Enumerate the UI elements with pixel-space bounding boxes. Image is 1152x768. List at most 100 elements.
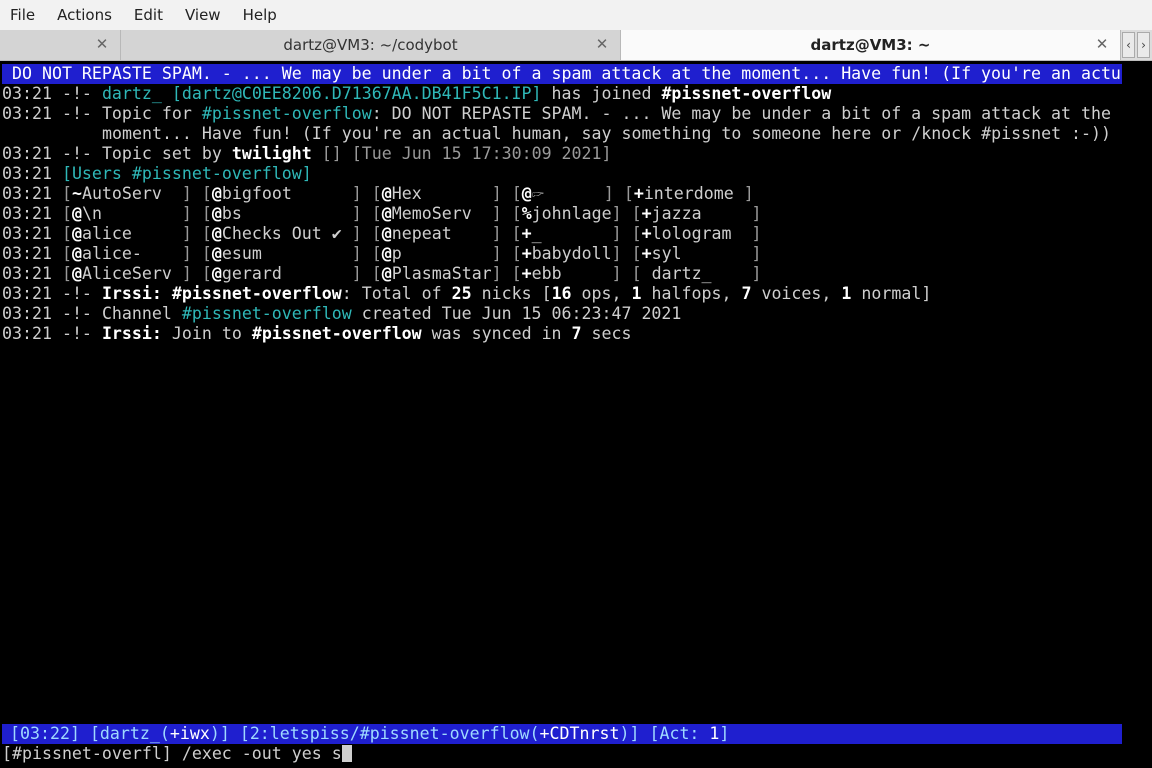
tab-home-label: dartz@VM3: ~ [810,36,931,54]
marker: -!- [61,84,92,103]
synced-mid: was synced in [431,324,562,343]
terminal[interactable]: DO NOT REPASTE SPAM. - ... We may be und… [0,62,1152,768]
nick-prefix: @ [71,204,82,223]
tab-scroll-left-icon[interactable]: ‹ [1122,32,1135,58]
nick-prefix: + [641,224,652,243]
created-text: created Tue Jun 15 06:23:47 2021 [361,304,682,323]
setter-nick: twilight [231,144,312,163]
nick-name: lologram [651,224,732,243]
status-activity: [Act: [649,724,700,743]
nick-prefix: @ [211,244,222,263]
total-text-5: voices, [761,284,832,303]
log-line-users-header: 03:21 [Users #pissnet-overflow] [2,164,312,184]
status-user-modes: +iwx [169,724,210,743]
nick-name: AliceServ [81,264,172,283]
nick-name: dartz_ [651,264,712,283]
marker: -!- [61,304,92,323]
tab-codybot-close-icon[interactable]: ✕ [594,36,610,52]
log-line-topic-cont: moment... Have fun! (If you're an actual… [102,124,1112,143]
tab-codybot-label: dartz@VM3: ~/codybot [283,36,458,54]
nick-prefix: + [521,244,532,263]
menu-bar: File Actions Edit View Help [0,0,1152,30]
nick-name: jazza [651,204,702,223]
marker: -!- [61,284,92,303]
status-activity-close: ] [719,724,730,743]
nick-prefix: @ [521,184,532,203]
nick-name: syl [651,244,682,263]
irssi-label: Irssi: [101,324,162,343]
created-pre: Channel [101,304,172,323]
input-text[interactable]: /exec -out yes s [182,744,342,763]
voices-count: 7 [741,284,752,303]
tab-bar: ✕ dartz@VM3: ~/codybot ✕ dartz@VM3: ~ ✕ … [0,30,1152,61]
tab-codybot[interactable]: dartz@VM3: ~/codybot ✕ [121,30,621,60]
nick-name: esum [221,244,262,263]
status-channel-modes: +CDTnrst [539,724,620,743]
status-window-close: )] [619,724,640,743]
channel-name: #pissnet-overflow [181,304,352,323]
timestamp: 03:21 [2,264,52,283]
status-bar: [03:22] [dartz_(+iwx)] [2:letspiss/#piss… [2,724,1122,744]
nick-name: bigfoot [221,184,292,203]
topic-text: : DO NOT REPASTE SPAM. - ... We may be u… [371,104,1111,123]
nick-prefix: % [521,204,532,223]
menu-view[interactable]: View [174,0,232,30]
menu-edit[interactable]: Edit [123,0,174,30]
nick-prefix: @ [211,184,222,203]
total-text-4: halfops, [651,284,732,303]
nick-prefix: @ [211,224,222,243]
nick-list-row: 03:21 [~AutoServ ] [@bigfoot ] [@Hex ] [… [2,184,754,203]
nick-count: 25 [451,284,472,303]
nick-prefix: @ [211,264,222,283]
nick-prefix [642,264,652,283]
nick-name: _ [531,224,542,243]
nick-list-row: 03:21 [@\n ] [@bs ] [@MemoServ ] [%johnl… [2,204,762,223]
nick-prefix: @ [211,204,222,223]
nick-name: johnlage [531,204,612,223]
text-cursor [341,745,352,762]
marker: -!- [61,324,92,343]
nick: dartz_ [101,84,162,103]
channel-name: #pissnet-overflow [201,104,372,123]
tab-home[interactable]: dartz@VM3: ~ ✕ [621,30,1121,60]
users-label: [Users [61,164,122,183]
nick-name: Hex [391,184,422,203]
channel-name: #pissnet-overflow [131,164,302,183]
topic-date: [Tue Jun 15 17:30:09 2021] [351,144,612,163]
menu-actions[interactable]: Actions [46,0,123,30]
synced-pre: Join to [171,324,242,343]
total-text-3: ops, [581,284,622,303]
menu-help[interactable]: Help [232,0,288,30]
topic-bar: DO NOT REPASTE SPAM. - ... We may be und… [2,64,1122,84]
nick-prefix: @ [381,224,392,243]
channel-name: #pissnet-overflow [251,324,422,343]
timestamp: 03:21 [2,224,52,243]
nick-name: \n [81,204,102,223]
nick-prefix: @ [71,264,82,283]
input-prompt: [#pissnet-overfl] [2,744,172,763]
topic-set-pre: Topic set by [101,144,222,163]
tab-1[interactable]: ✕ [0,30,121,60]
nick-name: babydoll [531,244,612,263]
nick-name: MemoServ [391,204,472,223]
nick-prefix: @ [71,224,82,243]
nick-name: alice- [81,244,142,263]
log-line-synced: 03:21 -!- Irssi: Join to #pissnet-overfl… [2,324,632,344]
menu-file[interactable]: File [0,0,46,30]
nick-prefix: + [521,224,532,243]
log-line-join: 03:21 -!- dartz_ [dartz@C0EE8206.D71367A… [2,84,831,104]
nick-name: PlasmaStar [391,264,492,283]
nick-name: alice [81,224,132,243]
nick-name: interdome [643,184,734,203]
tab-scroll-right-icon[interactable]: › [1137,32,1150,58]
channel-name: #pissnet-overflow [661,84,832,103]
status-activity-count: 1 [709,724,720,743]
timestamp: 03:21 [2,284,52,303]
timestamp: 03:21 [2,164,52,183]
tab-home-close-icon[interactable]: ✕ [1094,36,1110,52]
input-line[interactable]: [#pissnet-overfl] /exec -out yes s [2,744,352,764]
tab-1-close-icon[interactable]: ✕ [94,36,110,52]
synced-seconds: 7 [571,324,582,343]
nick-prefix: + [633,184,644,203]
nick-prefix: + [521,264,532,283]
